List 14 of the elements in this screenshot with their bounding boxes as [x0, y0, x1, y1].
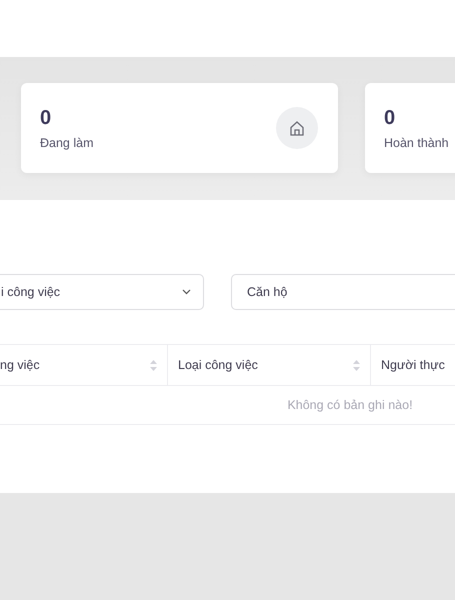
home-icon	[289, 120, 305, 136]
stat-label: Hoàn thành	[384, 136, 450, 150]
stat-value: 0	[384, 106, 396, 130]
sort-icon	[150, 360, 157, 370]
select-field[interactable]: Căn hộ	[231, 274, 455, 310]
select-field[interactable]: i công việc	[0, 274, 204, 310]
chevron-down-icon	[182, 289, 191, 295]
stat-value: 0	[40, 106, 52, 130]
empty-message: Không có bản ghi nào!	[287, 398, 413, 412]
column-header[interactable]: Người thực	[371, 345, 455, 385]
column-header[interactable]: Loại công việc	[168, 345, 371, 385]
column-header[interactable]: ng việc	[0, 345, 168, 385]
sort-icon	[353, 360, 360, 370]
stat-label: Đang làm	[40, 136, 94, 150]
